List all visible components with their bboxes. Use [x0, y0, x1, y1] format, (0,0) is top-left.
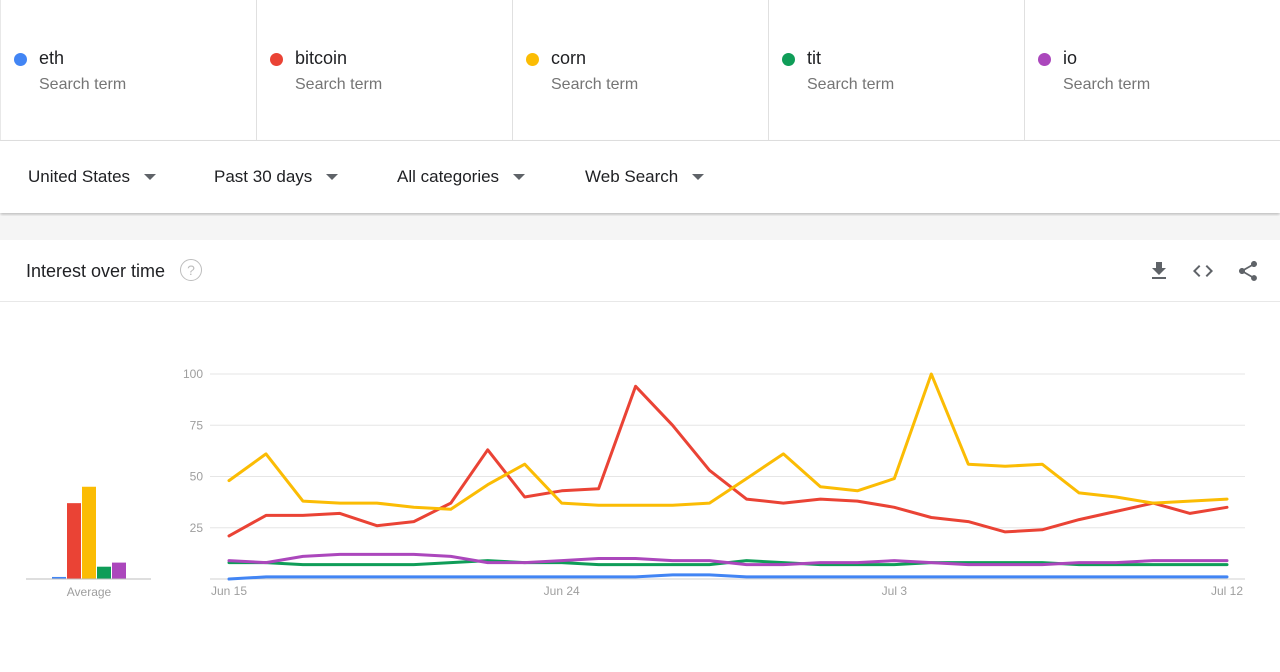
search-term-type: Search term [551, 76, 639, 93]
time-range-dropdown[interactable]: Past 30 days [214, 167, 339, 187]
average-bar-corn [82, 486, 96, 579]
search-term-name: tit [807, 48, 822, 68]
x-tick-label: Jul 12 [1211, 584, 1243, 598]
section-gap [0, 216, 1280, 240]
x-tick-label: Jun 24 [544, 584, 580, 598]
series-color-dot [526, 53, 539, 66]
search-term-card-io[interactable]: io Search term [1024, 0, 1280, 140]
series-color-dot [14, 53, 27, 66]
average-bar-tit [97, 566, 111, 579]
average-bar-io [112, 562, 126, 579]
category-label: All categories [397, 167, 500, 186]
search-term-type: Search term [295, 76, 383, 93]
search-term-type: Search term [39, 76, 127, 93]
series-color-dot [270, 53, 283, 66]
search-type-dropdown[interactable]: Web Search [585, 167, 705, 187]
series-color-dot [782, 53, 795, 66]
caret-down-icon [692, 174, 705, 180]
search-term-card-eth[interactable]: eth Search term [0, 0, 256, 140]
region-dropdown[interactable]: United States [28, 167, 157, 187]
search-term-card-bitcoin[interactable]: bitcoin Search term [256, 0, 512, 140]
series-color-dot [1038, 53, 1051, 66]
search-term-type: Search term [1063, 76, 1151, 93]
search-term-name: io [1063, 48, 1078, 68]
search-term-card-corn[interactable]: corn Search term [512, 0, 768, 140]
search-term-card-tit[interactable]: tit Search term [768, 0, 1024, 140]
series-line-corn [227, 372, 1229, 511]
series-line-bitcoin [227, 384, 1229, 538]
caret-down-icon [513, 174, 526, 180]
series-line-io [227, 552, 1229, 567]
y-tick-label: 100 [183, 367, 203, 381]
x-tick-label: Jun 15 [211, 584, 247, 598]
search-terms-bar: eth Search term bitcoin Search term corn… [0, 0, 1280, 141]
x-tick-label: Jul 3 [882, 584, 908, 598]
series-line-eth [227, 573, 1229, 581]
search-term-name: eth [39, 48, 65, 68]
search-type-label: Web Search [585, 167, 679, 186]
caret-down-icon [144, 174, 157, 180]
interest-chart: 25 50 75 100 Jun 15 Jun 24 Jul 3 Jul 12 Average [26, 367, 1245, 599]
y-tick-label: 50 [190, 470, 204, 484]
time-range-label: Past 30 days [214, 167, 313, 186]
search-term-type: Search term [807, 76, 895, 93]
y-tick-label: 75 [190, 418, 204, 432]
average-bar-bitcoin [67, 503, 81, 579]
interest-over-time-card: Interest over time ? 25 50 75 100 Jun 15 Jun … [0, 240, 1280, 672]
average-label: Average [67, 585, 112, 599]
region-label: United States [28, 167, 131, 186]
search-term-name: corn [551, 48, 587, 68]
category-dropdown[interactable]: All categories [397, 167, 526, 187]
search-term-name: bitcoin [295, 48, 348, 68]
y-tick-label: 25 [190, 521, 204, 535]
filter-bar: United States Past 30 days All categorie… [0, 141, 1280, 213]
caret-down-icon [326, 174, 339, 180]
